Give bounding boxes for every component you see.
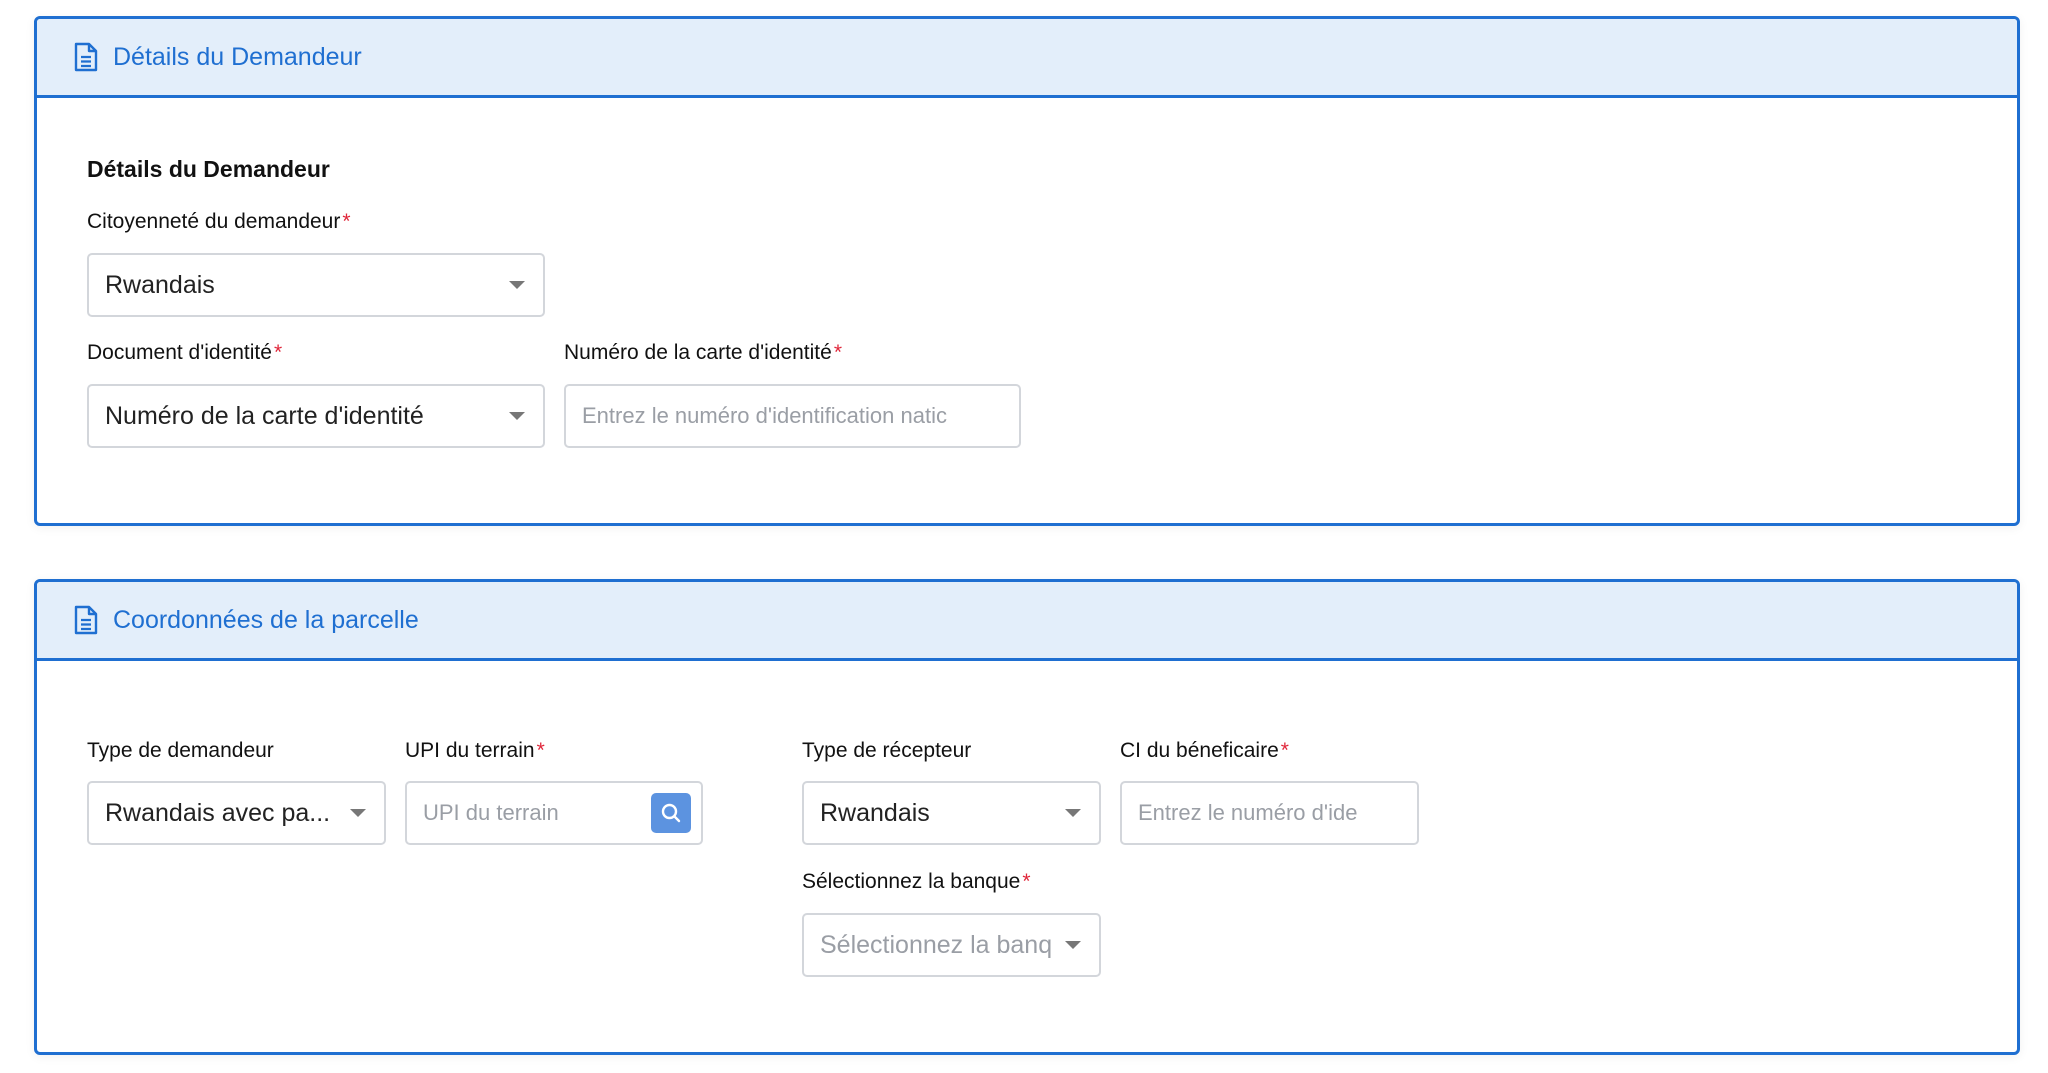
bank-label-text: Sélectionnez la banque <box>802 870 1021 893</box>
id-document-value: Numéro de la carte d'identité <box>105 401 424 430</box>
card-body: Type de demandeur Rwandais avec pa... UP… <box>37 661 2017 1052</box>
card-title: Coordonnées de la parcelle <box>113 605 419 634</box>
document-icon <box>74 42 98 72</box>
card-header: Coordonnées de la parcelle <box>37 582 2017 661</box>
citizenship-label: Citoyenneté du demandeur* <box>87 210 351 234</box>
upi-label: UPI du terrain* <box>405 739 545 763</box>
document-icon <box>74 605 98 635</box>
id-document-label-text: Document d'identité <box>87 341 272 364</box>
beneficiary-id-placeholder: Entrez le numéro d'ide <box>1138 800 1358 825</box>
card-title: Détails du Demandeur <box>113 42 362 71</box>
citizenship-label-text: Citoyenneté du demandeur <box>87 210 341 233</box>
caret-down-icon <box>350 809 366 817</box>
id-number-placeholder: Entrez le numéro d'identification natic <box>582 403 947 428</box>
required-marker: * <box>1022 870 1031 893</box>
applicant-details-card: Détails du Demandeur Détails du Demandeu… <box>34 16 2020 526</box>
card-header: Détails du Demandeur <box>37 19 2017 98</box>
id-document-label: Document d'identité* <box>87 341 282 365</box>
citizenship-select[interactable]: Rwandais <box>87 253 545 317</box>
required-marker: * <box>342 210 351 233</box>
upi-placeholder: UPI du terrain <box>423 800 559 825</box>
beneficiary-id-input[interactable]: Entrez le numéro d'ide <box>1120 781 1419 845</box>
receiver-type-label: Type de récepteur <box>802 739 972 762</box>
caret-down-icon <box>1065 809 1081 817</box>
required-marker: * <box>536 739 545 762</box>
caret-down-icon <box>1065 941 1081 949</box>
parcel-coordinates-card: Coordonnées de la parcelle Type de deman… <box>34 579 2020 1055</box>
upi-search-button[interactable] <box>651 793 691 833</box>
receiver-type-value: Rwandais <box>820 798 930 827</box>
required-marker: * <box>1280 739 1289 762</box>
id-document-select[interactable]: Numéro de la carte d'identité <box>87 384 545 448</box>
id-number-label: Numéro de la carte d'identité* <box>564 341 842 365</box>
bank-select[interactable]: Sélectionnez la banq <box>802 913 1101 977</box>
required-marker: * <box>833 341 843 364</box>
citizenship-value: Rwandais <box>105 270 215 299</box>
applicant-type-select[interactable]: Rwandais avec pa... <box>87 781 386 845</box>
applicant-type-label: Type de demandeur <box>87 739 274 762</box>
bank-label: Sélectionnez la banque* <box>802 870 1031 894</box>
caret-down-icon <box>509 281 525 289</box>
bank-placeholder: Sélectionnez la banq <box>820 930 1053 959</box>
upi-input[interactable]: UPI du terrain <box>405 781 703 845</box>
id-number-label-text: Numéro de la carte d'identité <box>564 341 832 364</box>
section-title: Détails du Demandeur <box>87 156 330 182</box>
id-number-input[interactable]: Entrez le numéro d'identification natic <box>564 384 1021 448</box>
caret-down-icon <box>509 412 525 420</box>
applicant-type-value: Rwandais avec pa... <box>105 798 331 827</box>
required-marker: * <box>273 341 283 364</box>
upi-label-text: UPI du terrain <box>405 739 535 762</box>
receiver-type-select[interactable]: Rwandais <box>802 781 1101 845</box>
card-body: Détails du Demandeur Citoyenneté du dema… <box>37 98 2017 523</box>
beneficiary-id-label-text: CI du béneficaire <box>1120 739 1279 762</box>
search-icon <box>661 803 681 823</box>
beneficiary-id-label: CI du béneficaire* <box>1120 739 1289 763</box>
